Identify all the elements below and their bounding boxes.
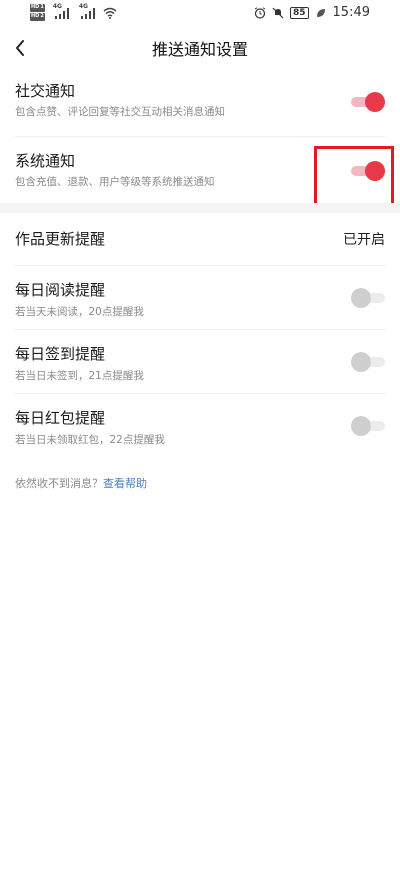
system-notification-desc: 包含充值、退款、用户等级等系统推送通知 bbox=[15, 176, 215, 188]
divider bbox=[15, 136, 385, 137]
social-notification-toggle[interactable] bbox=[351, 91, 385, 112]
daily-checkin-title: 每日签到提醒 bbox=[15, 345, 106, 363]
divider bbox=[15, 393, 385, 394]
hd-badge-1: HD 1 bbox=[30, 4, 45, 12]
battery-icon: 85 bbox=[290, 6, 309, 19]
wifi-icon bbox=[103, 7, 117, 19]
divider bbox=[15, 265, 385, 266]
works-update-row[interactable]: 作品更新提醒 已开启 bbox=[15, 228, 385, 252]
toggle-knob bbox=[365, 92, 385, 112]
divider bbox=[15, 329, 385, 330]
help-text: 依然收不到消息？查看帮助 bbox=[15, 475, 147, 491]
toggle-knob bbox=[351, 352, 371, 372]
nav-header: 推送通知设置 bbox=[0, 28, 400, 68]
highlight-box bbox=[314, 146, 394, 208]
hd-badges: HD 1 HD 2 bbox=[30, 4, 45, 21]
signal-icon: 4G bbox=[53, 3, 69, 19]
hd-badge-2: HD 2 bbox=[30, 13, 45, 21]
toggle-knob bbox=[351, 416, 371, 436]
system-notification-title: 系统通知 bbox=[15, 152, 76, 170]
leaf-icon bbox=[316, 8, 325, 17]
help-prefix: 依然收不到消息？ bbox=[15, 477, 103, 490]
signal-icon-2: 4G bbox=[79, 3, 95, 19]
status-bar-left: HD 1 HD 2 4G 4G bbox=[30, 3, 117, 21]
mute-icon bbox=[272, 7, 284, 18]
daily-read-desc: 若当天未阅读，20点提醒我 bbox=[15, 306, 144, 318]
daily-redpacket-desc: 若当日未领取红包，22点提醒我 bbox=[15, 434, 165, 446]
toggle-knob bbox=[351, 288, 371, 308]
social-notification-desc: 包含点赞、评论回复等社交互动相关消息通知 bbox=[15, 106, 225, 118]
section-separator bbox=[0, 203, 400, 213]
social-notification-title: 社交通知 bbox=[15, 82, 76, 100]
status-bar-right: 85 15:49 bbox=[254, 5, 370, 20]
daily-checkin-toggle[interactable] bbox=[351, 351, 385, 372]
social-notification-row: 社交通知 包含点赞、评论回复等社交互动相关消息通知 bbox=[15, 78, 385, 128]
status-bar: HD 1 HD 2 4G 4G 85 15:49 bbox=[0, 0, 400, 28]
daily-redpacket-title: 每日红包提醒 bbox=[15, 409, 106, 427]
daily-read-title: 每日阅读提醒 bbox=[15, 281, 106, 299]
clock: 15:49 bbox=[332, 5, 370, 20]
daily-checkin-desc: 若当日未签到，21点提醒我 bbox=[15, 370, 144, 382]
works-update-status: 已开启 bbox=[343, 232, 385, 248]
works-update-title: 作品更新提醒 bbox=[15, 230, 106, 248]
daily-read-toggle[interactable] bbox=[351, 287, 385, 308]
daily-checkin-row: 每日签到提醒 若当日未签到，21点提醒我 bbox=[15, 343, 385, 387]
page-title: 推送通知设置 bbox=[151, 40, 248, 59]
help-link[interactable]: 查看帮助 bbox=[103, 477, 147, 490]
daily-read-row: 每日阅读提醒 若当天未阅读，20点提醒我 bbox=[15, 279, 385, 323]
daily-redpacket-row: 每日红包提醒 若当日未领取红包，22点提醒我 bbox=[15, 407, 385, 451]
alarm-icon bbox=[254, 6, 266, 19]
daily-redpacket-toggle[interactable] bbox=[351, 415, 385, 436]
